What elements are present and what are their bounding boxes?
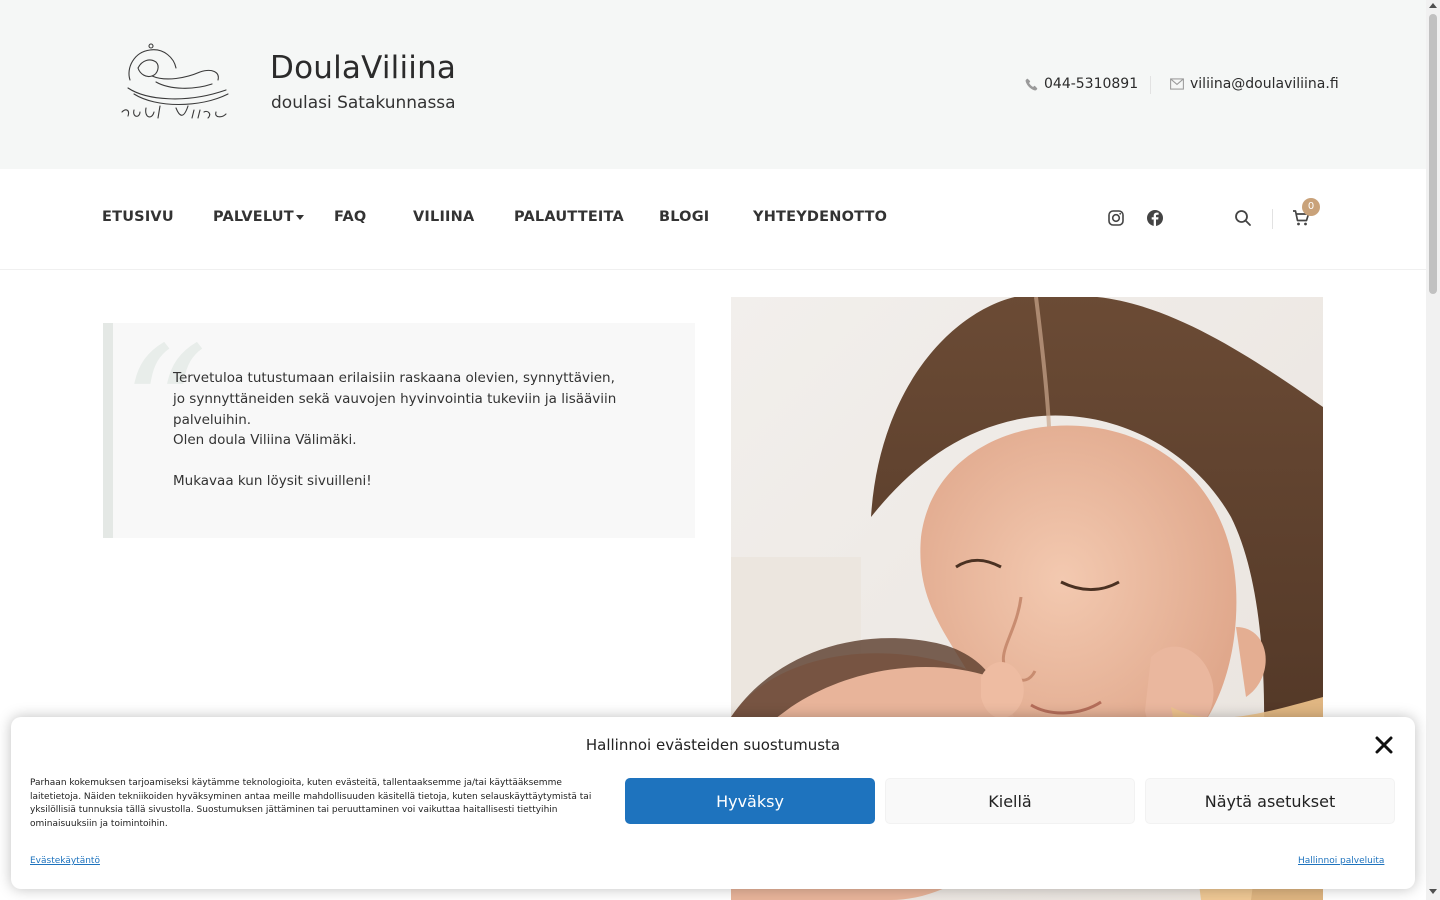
contact-divider <box>1150 76 1151 94</box>
chevron-down-icon[interactable] <box>296 215 304 220</box>
main-navigation: ETUSIVU PALVELUT FAQ VILIINA PALAUTTEITA… <box>0 169 1426 270</box>
cookie-consent-banner: Hallinnoi evästeiden suostumusta Parhaan… <box>11 717 1415 889</box>
instagram-icon[interactable] <box>1107 209 1125 227</box>
cart-count-badge[interactable]: 0 <box>1302 198 1320 216</box>
intro-quote-box: “ Tervetuloa tutustumaan erilaisiin rask… <box>103 323 695 538</box>
cookie-banner-title: Hallinnoi evästeiden suostumusta <box>585 736 841 754</box>
intro-paragraph-1: Tervetuloa tutustumaan erilaisiin raskaa… <box>173 370 617 428</box>
close-icon[interactable] <box>1375 736 1393 754</box>
phone-number: 044-5310891 <box>1044 76 1139 92</box>
email-address: viliina@doulaviliina.fi <box>1190 76 1339 92</box>
search-icon[interactable] <box>1234 209 1252 227</box>
contact-phone[interactable]: 044-5310891 <box>1025 76 1138 92</box>
intro-paragraph-3: Mukavaa kun löysit sivuilleni! <box>173 473 372 489</box>
nav-item-yhteydenotto[interactable]: YHTEYDENOTTO <box>753 209 887 225</box>
nav-item-etusivu[interactable]: ETUSIVU <box>102 209 174 225</box>
nav-item-palautteita[interactable]: PALAUTTEITA <box>514 209 624 225</box>
cookie-banner-text: Parhaan kokemuksen tarjoamiseksi käytämm… <box>30 778 592 829</box>
facebook-icon[interactable] <box>1146 209 1164 227</box>
site-logo[interactable] <box>116 38 238 130</box>
scroll-down-icon[interactable] <box>1429 889 1437 894</box>
nav-item-viliina[interactable]: VILIINA <box>413 209 474 225</box>
accept-cookies-button[interactable]: Hyväksy <box>625 778 875 824</box>
intro-paragraph-2: Olen doula Viliina Välimäki. <box>173 432 357 448</box>
scroll-up-icon[interactable] <box>1429 3 1437 8</box>
site-title[interactable]: DoulaViliina <box>270 50 456 86</box>
scrollbar-thumb[interactable] <box>1429 14 1437 294</box>
nav-item-faq[interactable]: FAQ <box>334 209 366 225</box>
envelope-icon <box>1170 78 1184 90</box>
site-tagline: doulasi Satakunnassa <box>271 93 456 113</box>
cookie-preferences-button[interactable]: Näytä asetukset <box>1145 778 1395 824</box>
deny-cookies-button[interactable]: Kiellä <box>885 778 1135 824</box>
manage-services-link[interactable]: Hallinnoi palveluita <box>1298 856 1384 866</box>
site-header: DoulaViliina doulasi Satakunnassa 044-53… <box>0 0 1426 169</box>
nav-item-blogi[interactable]: BLOGI <box>659 209 709 225</box>
contact-email[interactable]: viliina@doulaviliina.fi <box>1170 76 1339 92</box>
phone-icon <box>1025 78 1038 90</box>
page-scrollbar[interactable] <box>1426 0 1440 900</box>
nav-divider <box>1272 209 1273 229</box>
cookie-policy-link[interactable]: Evästekäytäntö <box>30 856 100 866</box>
nav-item-palvelut[interactable]: PALVELUT <box>213 209 294 225</box>
